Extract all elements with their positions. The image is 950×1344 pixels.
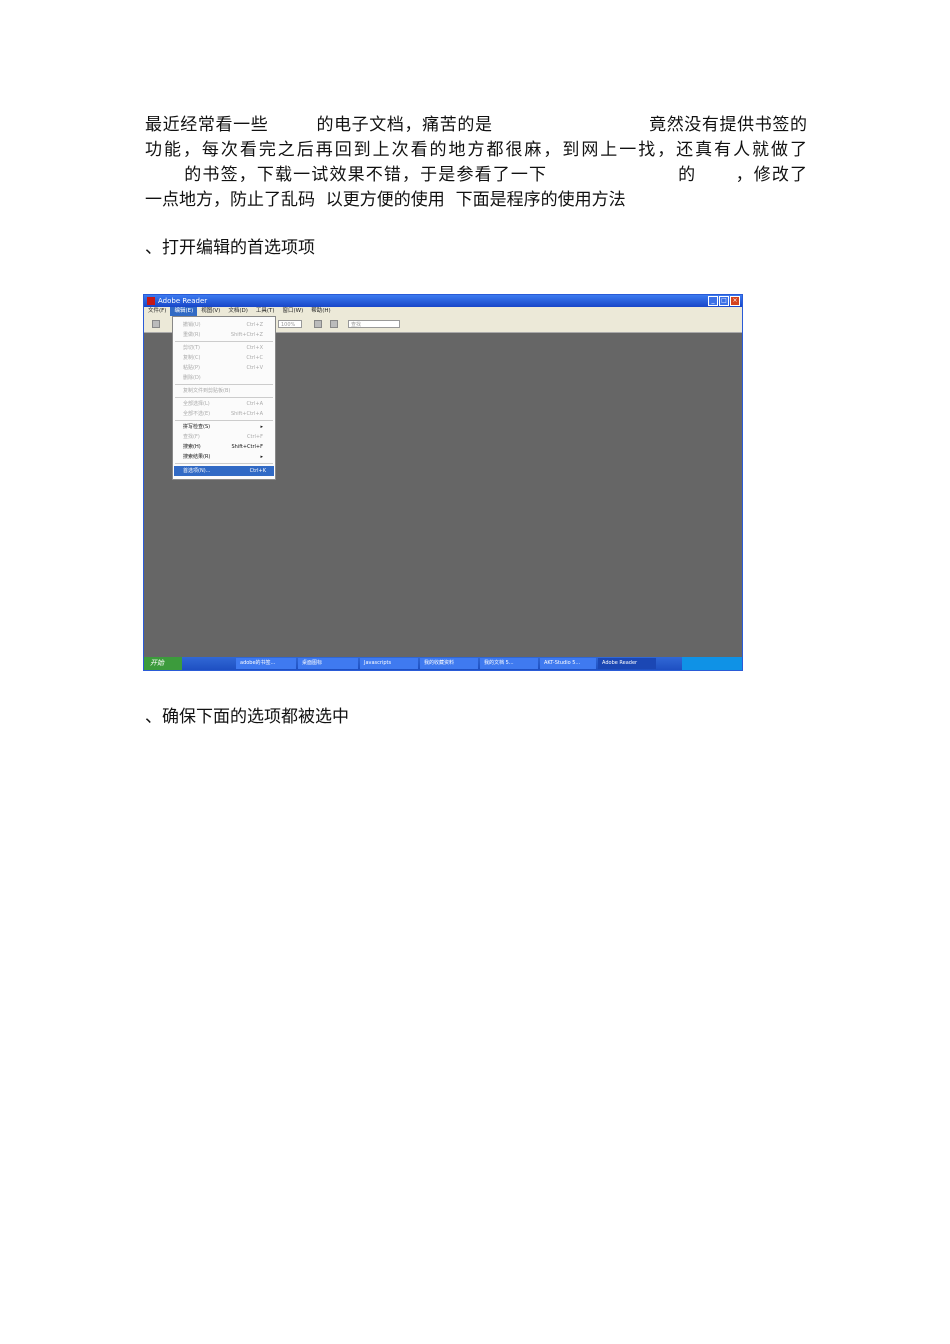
menu-item-copy[interactable]: 复制(C) Ctrl+C <box>183 353 271 363</box>
menu-item-label: 删除(D) <box>183 375 201 381</box>
taskbar-button[interactable]: Adobe Reader <box>598 658 656 669</box>
submenu-arrow-icon: ▸ <box>260 424 263 430</box>
system-tray <box>682 657 742 670</box>
menu-item-shortcut: Ctrl+X <box>246 345 263 351</box>
close-icon[interactable]: × <box>730 296 740 306</box>
menu-item-label: 重做(R) <box>183 332 201 338</box>
taskbar-button[interactable]: AKT-Studio 5... <box>540 658 596 669</box>
edit-dropdown-menu: 撤销(U) Ctrl+Z 重做(R) Shift+Ctrl+Z 剪切(T) Ctrl+… <box>172 316 276 480</box>
menu-item-label: 剪切(T) <box>183 345 200 351</box>
menu-item-shortcut: Ctrl+C <box>246 355 263 361</box>
menu-item-shortcut: Shift+Ctrl+Z <box>230 332 263 338</box>
menu-item-label: 全部选择(L) <box>183 401 210 407</box>
menu-item-undo[interactable]: 撤销(U) Ctrl+Z <box>183 320 271 330</box>
menu-item-label: 搜索结果(R) <box>183 454 211 460</box>
menu-separator <box>175 420 273 421</box>
menu-item-label: 查找(F) <box>183 434 200 440</box>
menu-item-label: 全部不选(E) <box>183 411 211 417</box>
menu-item-cut[interactable]: 剪切(T) Ctrl+X <box>183 343 271 353</box>
menu-separator <box>175 341 273 342</box>
menu-item-select-all[interactable]: 全部选择(L) Ctrl+A <box>183 399 271 409</box>
print-icon[interactable] <box>152 320 160 328</box>
menu-window[interactable]: 窗口(W) <box>279 307 308 316</box>
window-titlebar: Adobe Reader _ □ × <box>144 295 742 307</box>
menu-separator <box>175 384 273 385</box>
adobe-reader-screenshot: Adobe Reader _ □ × 文件(F) 编辑(E) 视图(V) 文档(… <box>143 294 743 671</box>
start-button[interactable]: 开始 <box>144 657 182 670</box>
menu-item-copy-file[interactable]: 复制文件到剪贴板(B) <box>183 386 271 396</box>
menu-item-label: 撤销(U) <box>183 322 201 328</box>
submenu-arrow-icon: ▸ <box>260 454 263 460</box>
menu-document[interactable]: 文档(D) <box>224 307 252 316</box>
menu-item-label: 复制文件到剪贴板(B) <box>183 388 231 394</box>
menu-item-label: 粘贴(P) <box>183 365 200 371</box>
fit-page-icon[interactable] <box>314 320 322 328</box>
menu-item-label: 搜索(H) <box>183 444 201 450</box>
menu-edit[interactable]: 编辑(E) <box>170 307 198 316</box>
menu-item-shortcut: Shift+Ctrl+A <box>230 411 263 417</box>
menu-item-redo[interactable]: 重做(R) Shift+Ctrl+Z <box>183 330 271 340</box>
paragraph-line-3: 的书签，下载一试效果不错，于是参看了一下 的 ，修改了 <box>145 165 807 185</box>
menu-view[interactable]: 视图(V) <box>197 307 224 316</box>
paragraph-line-4: 一点地方，防止了乱码 以更方便的使用 下面是程序的使用方法 <box>145 190 626 210</box>
window-controls: _ □ × <box>708 296 740 306</box>
intro-paragraph: 最近经常看一些 的电子文档，痛苦的是 竟然没有提供书签的 功能，每次看完之后再回… <box>145 113 807 213</box>
menu-item-label: 拼写检查(S) <box>183 424 211 430</box>
menu-item-paste[interactable]: 粘贴(P) Ctrl+V <box>183 363 271 373</box>
adobe-icon <box>147 297 155 305</box>
menu-item-shortcut: Ctrl+Z <box>246 322 263 328</box>
menu-item-label: 复制(C) <box>183 355 201 361</box>
menu-item-label: 首选项(N)... <box>183 468 211 474</box>
taskbar-button[interactable]: Javascripts <box>360 658 418 669</box>
menu-item-preferences[interactable]: 首选项(N)... Ctrl+K <box>174 466 274 476</box>
maximize-icon[interactable]: □ <box>719 296 729 306</box>
menu-item-delete[interactable]: 删除(D) <box>183 373 271 383</box>
menu-help[interactable]: 帮助(H) <box>307 307 334 316</box>
menu-item-shortcut: Shift+Ctrl+F <box>231 444 263 450</box>
menu-separator <box>175 463 273 464</box>
menu-item-shortcut: Ctrl+A <box>246 401 263 407</box>
menu-item-spellcheck[interactable]: 拼写检查(S) ▸ <box>183 422 271 432</box>
fit-width-icon[interactable] <box>330 320 338 328</box>
menu-tools[interactable]: 工具(T) <box>252 307 279 316</box>
zoom-input[interactable]: 100% <box>278 320 302 328</box>
menu-bar: 文件(F) 编辑(E) 视图(V) 文档(D) 工具(T) 窗口(W) 帮助(H… <box>144 307 742 316</box>
taskbar-button[interactable]: adobe的书签... <box>236 658 296 669</box>
menu-item-find[interactable]: 查找(F) Ctrl+F <box>183 432 271 442</box>
menu-separator <box>175 397 273 398</box>
window-title: Adobe Reader <box>158 297 208 305</box>
menu-item-search[interactable]: 搜索(H) Shift+Ctrl+F <box>183 442 271 452</box>
menu-item-shortcut: Ctrl+F <box>247 434 263 440</box>
paragraph-line-2: 功能，每次看完之后再回到上次看的地方都很麻，到网上一找，还真有人就做了 <box>145 140 807 160</box>
find-input[interactable]: 查找 <box>348 320 400 328</box>
menu-file[interactable]: 文件(F) <box>144 307 170 316</box>
taskbar-button[interactable]: 我的收藏资料 <box>420 658 478 669</box>
menu-item-deselect-all[interactable]: 全部不选(E) Shift+Ctrl+A <box>183 409 271 419</box>
taskbar-button[interactable]: 我的文档 5... <box>480 658 538 669</box>
menu-item-shortcut: Ctrl+K <box>249 468 266 474</box>
windows-taskbar: 开始 adobe的书签... 桌面图标 Javascripts 我的收藏资料 我… <box>144 657 742 670</box>
menu-item-shortcut: Ctrl+V <box>246 365 263 371</box>
menu-item-search-results[interactable]: 搜索结果(R) ▸ <box>183 452 271 462</box>
step-1-text: 、打开编辑的首选项项 <box>145 238 315 258</box>
taskbar-button[interactable]: 桌面图标 <box>298 658 358 669</box>
step-2-text: 、确保下面的选项都被选中 <box>145 707 349 727</box>
minimize-icon[interactable]: _ <box>708 296 718 306</box>
paragraph-line-1: 最近经常看一些 的电子文档，痛苦的是 竟然没有提供书签的 <box>145 115 807 135</box>
